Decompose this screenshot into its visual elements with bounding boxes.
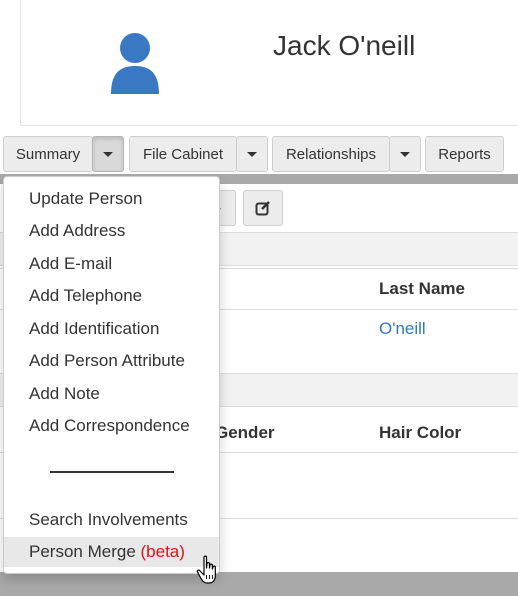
edit-button[interactable] <box>243 190 283 226</box>
footer-bar <box>0 572 518 596</box>
summary-dropdown-toggle[interactable] <box>92 136 124 172</box>
last-name-link[interactable]: O'neill <box>379 319 426 339</box>
reports-button[interactable]: Reports <box>425 136 504 172</box>
person-name: Jack O'neill <box>273 30 416 61</box>
beta-badge: (beta) <box>140 542 185 561</box>
menu-item-add-correspondence[interactable]: Add Correspondence <box>4 411 219 441</box>
person-merge-label: Person Merge <box>29 542 136 561</box>
menu-item-add-email[interactable]: Add E-mail <box>4 249 219 279</box>
menu-item-add-person-attribute[interactable]: Add Person Attribute <box>4 346 219 376</box>
last-name-header: Last Name <box>379 279 465 298</box>
hair-color-header: Hair Color <box>379 423 462 442</box>
menu-item-search-involvements[interactable]: Search Involvements <box>4 505 219 535</box>
summary-button[interactable]: Summary <box>3 136 93 172</box>
menu-item-add-telephone[interactable]: Add Telephone <box>4 281 219 311</box>
menu-item-person-merge[interactable]: Person Merge (beta) <box>4 537 219 567</box>
file-cabinet-button[interactable]: File Cabinet <box>129 136 237 172</box>
gender-header: Gender <box>215 423 275 442</box>
edit-icon <box>255 201 270 216</box>
file-cabinet-dropdown-toggle[interactable] <box>236 136 268 172</box>
menu-item-update-person[interactable]: Update Person <box>4 184 219 214</box>
relationships-dropdown-toggle[interactable] <box>389 136 421 172</box>
menu-item-add-identification[interactable]: Add Identification <box>4 314 219 344</box>
caret-down-icon <box>103 151 113 157</box>
caret-down-icon <box>247 151 257 157</box>
caret-down-icon <box>400 151 410 157</box>
person-avatar-icon <box>111 33 159 94</box>
relationships-button[interactable]: Relationships <box>272 136 390 172</box>
summary-dropdown-menu: Update Person Add Address Add E-mail Add… <box>3 176 220 574</box>
menu-divider <box>50 471 174 473</box>
menu-item-add-address[interactable]: Add Address <box>4 216 219 246</box>
hand-pointer-cursor-icon <box>196 555 216 584</box>
profile-card: Jack O'neill <box>20 0 518 126</box>
menu-item-add-note[interactable]: Add Note <box>4 379 219 409</box>
